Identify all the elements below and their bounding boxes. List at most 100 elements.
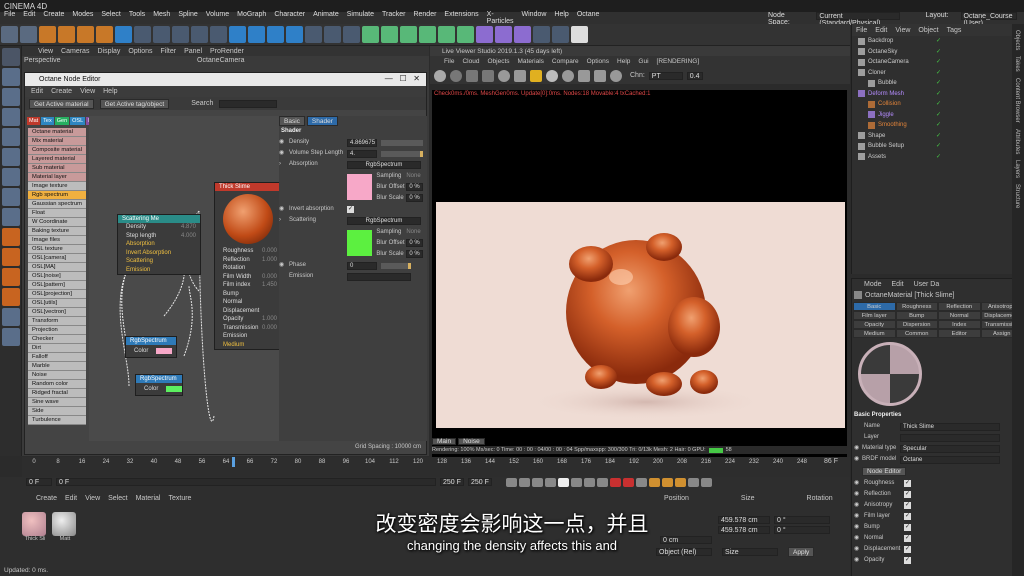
object-menu-tags[interactable]: Tags [947, 27, 962, 34]
mode-tool-icon[interactable] [2, 328, 20, 346]
playback-button-icon[interactable] [532, 477, 543, 487]
node-list-item[interactable]: Transform [28, 317, 86, 326]
category-tag-osl[interactable]: OSL [70, 116, 86, 125]
node-editor-button[interactable]: Node Editor [862, 467, 907, 476]
mode-tool-icon[interactable] [2, 228, 20, 246]
node-list-item[interactable]: Composite material [28, 146, 86, 155]
rgb-spectrum-node-pink[interactable]: RgbSpectrum Color [125, 336, 177, 358]
toolbar-tool-icon[interactable] [267, 26, 284, 43]
playback-button-icon[interactable] [506, 477, 517, 487]
timeline[interactable]: 0 8 16 24 32 40 48 56 64 66 72 80 88 96 104 112 120 128 13… [22, 457, 850, 477]
lock-icon[interactable] [530, 69, 542, 82]
right-tab[interactable]: Layers [1014, 160, 1020, 178]
right-tab[interactable]: Attributes [1014, 129, 1020, 154]
end-frame-field[interactable]: 250 F [440, 478, 464, 486]
node-pin[interactable]: Normal [215, 298, 281, 307]
menu-item-tracker[interactable]: Tracker [382, 11, 405, 25]
toolbar-tool-icon[interactable] [191, 26, 208, 43]
blur-offset-field[interactable]: 0 % [406, 239, 423, 247]
mode-tool-icon[interactable] [2, 268, 20, 286]
name-field[interactable]: Thick Slime [900, 422, 1000, 431]
node-pin[interactable]: Reflection 1.000 [215, 256, 281, 265]
object-row[interactable]: OctaneCamera ✓ [852, 57, 1024, 68]
ratio-field[interactable]: 0.4 [686, 71, 703, 80]
live-viewer-menu-item[interactable]: Cloud [462, 58, 479, 65]
node-list-item[interactable]: Material layer [28, 173, 86, 182]
node-pin[interactable]: Film Width 0.000 [215, 273, 281, 282]
toolbar-tool-icon[interactable] [134, 26, 151, 43]
toolbar-tool-icon[interactable] [286, 26, 303, 43]
node-list-item[interactable]: Layered material [28, 155, 86, 164]
menu-item-character[interactable]: Character [274, 11, 305, 25]
get-active-material-button[interactable]: Get Active material [29, 98, 94, 109]
absorption-link[interactable]: RgbSpectrum [347, 160, 421, 169]
node-list-item[interactable]: Sub material [28, 164, 86, 173]
visibility-check-icon[interactable]: ✓ [936, 99, 941, 110]
viewport-menu-prorender[interactable]: ProRender [210, 48, 244, 55]
node-list-item[interactable]: W Coordinate [28, 218, 86, 227]
object-menu-file[interactable]: File [856, 27, 867, 34]
node-list-item[interactable]: OSL[pattern] [28, 281, 86, 290]
scattering-link[interactable]: RgbSpectrum [347, 216, 421, 225]
toolbar-tool-icon[interactable] [514, 26, 531, 43]
menu-item-edit[interactable]: Edit [23, 11, 35, 25]
node-list-item[interactable]: Turbulence [28, 416, 86, 425]
current-frame-field[interactable]: 0 F [56, 478, 436, 486]
attribute-tab-common[interactable]: Common [895, 329, 938, 338]
node-list-item[interactable]: Dirt [28, 344, 86, 353]
phase-field[interactable]: 0 [347, 261, 377, 270]
grid-icon[interactable] [594, 69, 606, 82]
attribute-tab-basic[interactable]: Basic [853, 302, 896, 311]
toolbar-tool-icon[interactable] [552, 26, 569, 43]
render-area[interactable]: Check0ms./0ms. MeshGen0ms. Update[0]:0ms… [432, 90, 847, 485]
attribute-tab-opacity[interactable]: Opacity [853, 320, 896, 329]
object-row[interactable]: Deform Mesh ✓ [852, 89, 1024, 100]
object-row[interactable]: Bubble Setup ✓ [852, 141, 1024, 152]
live-viewer-menu-item[interactable]: [RENDERING] [657, 58, 700, 65]
node-list-item[interactable]: Baking texture [28, 227, 86, 236]
node-list-item[interactable]: Random color [28, 380, 86, 389]
mode-tool-icon[interactable] [2, 168, 20, 186]
material-icon[interactable] [562, 69, 574, 82]
attribute-tab-medium[interactable]: Medium [853, 329, 896, 338]
material-menu-create[interactable]: Create [36, 495, 57, 502]
scattering-color-swatch[interactable] [347, 230, 373, 256]
node-list-item[interactable]: Image files [28, 236, 86, 245]
pause-icon[interactable] [466, 69, 478, 82]
menu-item-render[interactable]: Render [413, 11, 436, 25]
viewport-menu-panel[interactable]: Panel [184, 48, 202, 55]
toolbar-tool-icon[interactable] [419, 26, 436, 43]
viewport-menu-view[interactable]: View [38, 48, 53, 55]
node-list-item[interactable]: Falloff [28, 353, 86, 362]
visibility-check-icon[interactable]: ✓ [936, 152, 941, 163]
node-editor-menu-edit[interactable]: Edit [31, 88, 43, 95]
attribute-menu-item[interactable]: User Da [914, 281, 940, 288]
attribute-tab-bump[interactable]: Bump [895, 311, 938, 320]
toolbar-tool-icon[interactable] [438, 26, 455, 43]
layout-select[interactable]: Octane_Course (User) [960, 12, 1017, 27]
blur-scale-field[interactable]: 0 % [406, 250, 423, 258]
object-row[interactable]: Smoothing ✓ [852, 120, 1024, 131]
menu-item-tools[interactable]: Tools [129, 11, 145, 25]
object-menu-object[interactable]: Object [918, 27, 938, 34]
checkbox[interactable]: ✓ [904, 491, 911, 498]
menu-item-mesh[interactable]: Mesh [153, 11, 170, 25]
toolbar-tool-icon[interactable] [248, 26, 265, 43]
absorption-color-swatch[interactable] [347, 174, 373, 200]
menu-item-animate[interactable]: Animate [313, 11, 339, 25]
menu-item-simulate[interactable]: Simulate [347, 11, 374, 25]
node-pin[interactable]: Bump [215, 290, 281, 299]
object-row[interactable]: Collision ✓ [852, 99, 1024, 110]
material-menu-material[interactable]: Material [136, 495, 161, 502]
category-tag-mat[interactable]: Mat [27, 116, 41, 125]
invert-absorption-checkbox[interactable]: ✓ [347, 206, 354, 213]
node-list-item[interactable]: Checker [28, 335, 86, 344]
node-pin[interactable]: Transmission 0.000 [215, 324, 281, 333]
node-pin[interactable]: Invert Absorption [118, 249, 200, 258]
material-menu-edit[interactable]: Edit [65, 495, 77, 502]
material-menu-select[interactable]: Select [108, 495, 127, 502]
target-icon[interactable] [610, 69, 622, 82]
visibility-check-icon[interactable]: ✓ [936, 57, 941, 68]
get-active-tag-button[interactable]: Get Active tag/object [99, 98, 170, 109]
viewport-menu-display[interactable]: Display [97, 48, 120, 55]
